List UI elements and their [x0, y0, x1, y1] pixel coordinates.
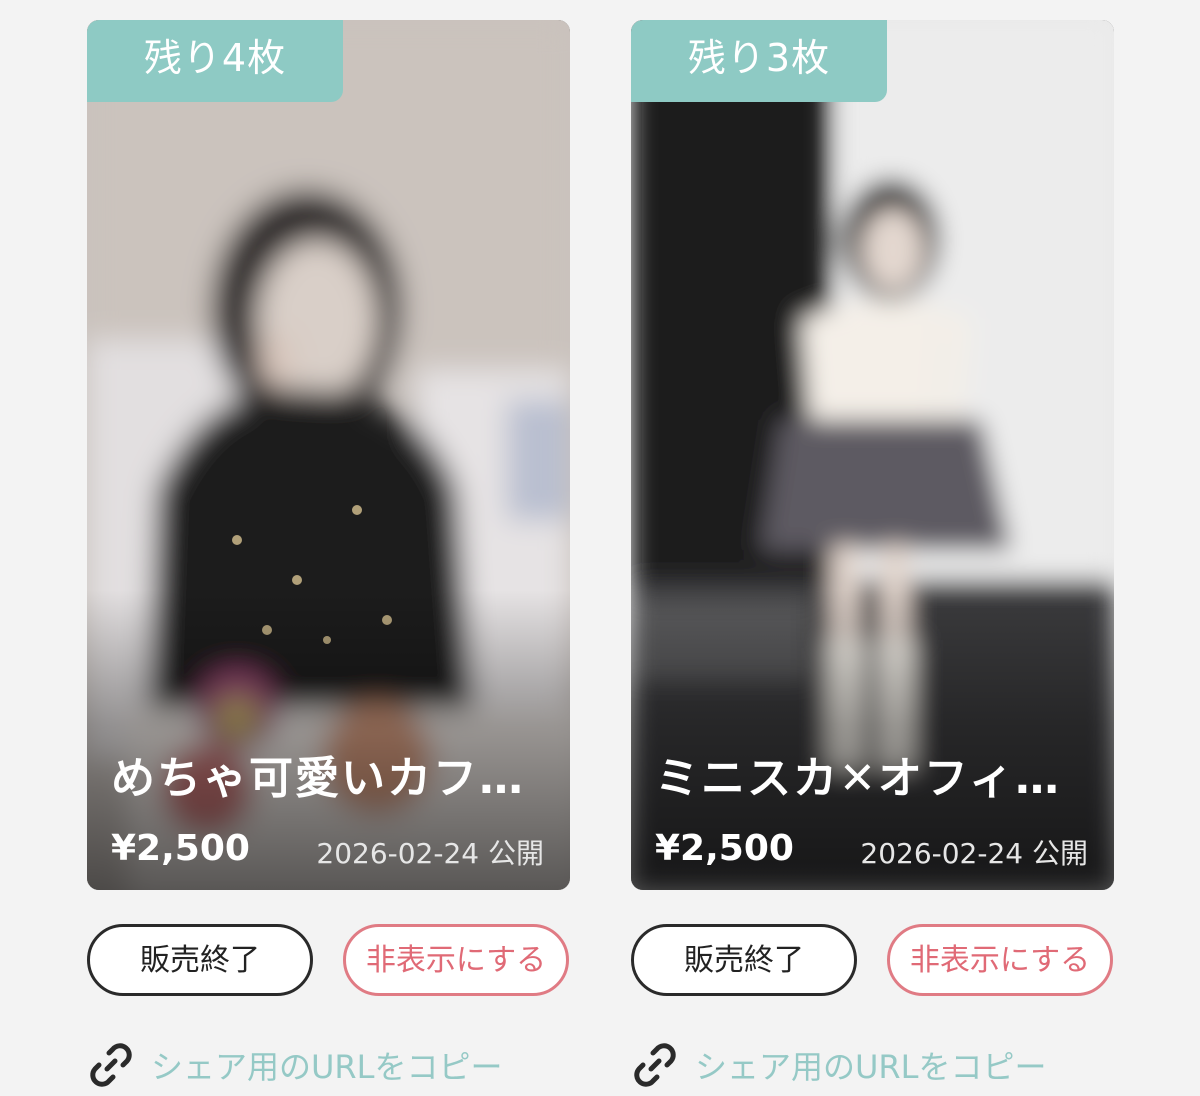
- hide-button[interactable]: 非表示にする: [343, 924, 569, 996]
- end-sale-button[interactable]: 販売終了: [631, 924, 857, 996]
- share-label: シェア用のURLをコピー: [151, 1048, 503, 1086]
- content-grid: 残り4枚 めちゃ可愛いカフ… ¥2,500 2026-02-24 公開 販売終了…: [0, 0, 1200, 1096]
- content-item-2: 残り3枚 ミニスカ✕オフィ… ¥2,500 2026-02-24 公開 販売終了…: [631, 20, 1114, 1087]
- link-icon: [634, 1043, 676, 1087]
- content-title: ミニスカ✕オフィ…: [655, 753, 1061, 804]
- hide-button[interactable]: 非表示にする: [887, 924, 1113, 996]
- remaining-badge: 残り4枚: [87, 20, 343, 102]
- publish-date: 2026-02-24 公開: [860, 837, 1088, 870]
- content-title: めちゃ可愛いカフ…: [111, 753, 525, 804]
- end-sale-button[interactable]: 販売終了: [87, 924, 313, 996]
- card-actions: 販売終了 非表示にする: [87, 924, 570, 1000]
- remaining-badge: 残り3枚: [631, 20, 887, 102]
- share-label: シェア用のURLをコピー: [695, 1048, 1047, 1086]
- content-price: ¥2,500: [655, 828, 794, 869]
- content-price: ¥2,500: [111, 828, 250, 869]
- card-actions: 販売終了 非表示にする: [631, 924, 1114, 1000]
- content-item-1: 残り4枚 めちゃ可愛いカフ… ¥2,500 2026-02-24 公開 販売終了…: [87, 20, 570, 1087]
- link-icon: [90, 1043, 132, 1087]
- copy-share-url-link[interactable]: シェア用のURLをコピー: [631, 1040, 1047, 1090]
- content-card[interactable]: 残り3枚 ミニスカ✕オフィ… ¥2,500 2026-02-24 公開: [631, 20, 1114, 890]
- copy-share-url-link[interactable]: シェア用のURLをコピー: [87, 1040, 503, 1090]
- publish-date: 2026-02-24 公開: [316, 837, 544, 870]
- content-card[interactable]: 残り4枚 めちゃ可愛いカフ… ¥2,500 2026-02-24 公開: [87, 20, 570, 890]
